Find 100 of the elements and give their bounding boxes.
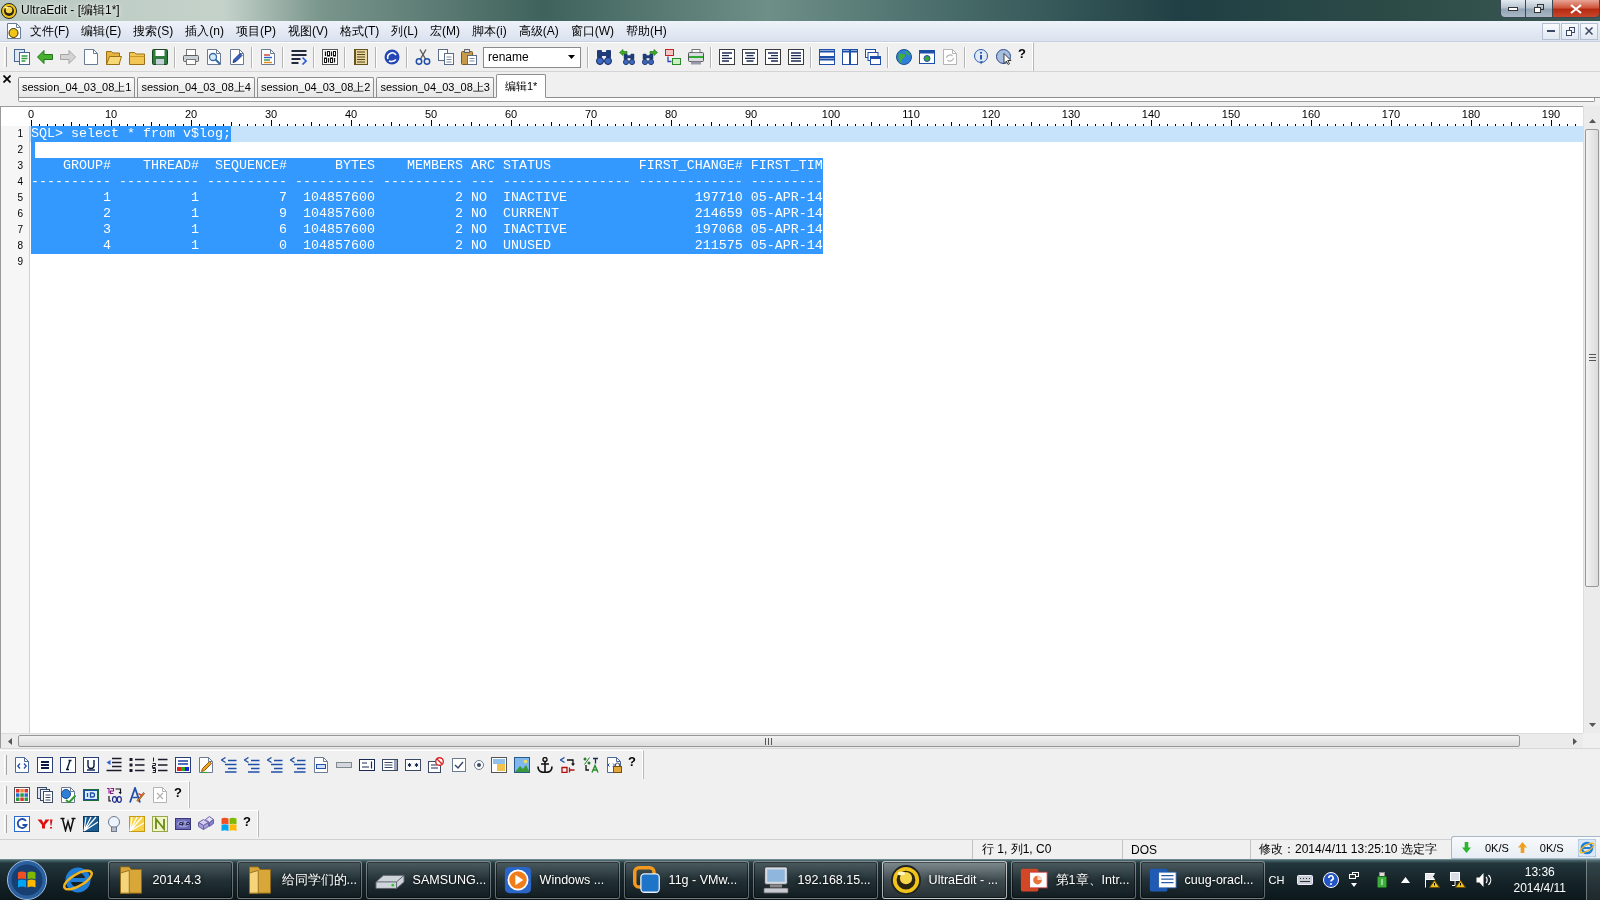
list-box-icon[interactable]	[381, 757, 398, 773]
outdent-lines-icon[interactable]	[105, 757, 122, 773]
no-entry-field-icon[interactable]	[427, 757, 444, 773]
restore-button[interactable]	[1526, 0, 1553, 18]
document-marker-icon[interactable]	[197, 757, 214, 773]
back-arrow-icon[interactable]	[36, 49, 53, 65]
scroll-up-arrow-icon[interactable]	[1588, 118, 1596, 123]
paste-icon[interactable]	[460, 49, 477, 65]
document-tab[interactable]: session_04_03_08上2	[256, 77, 375, 97]
form-document-icon[interactable]	[312, 757, 329, 773]
menu-item[interactable]: 视图(V)	[282, 20, 334, 42]
horizontal-scrollbar[interactable]	[1, 733, 1583, 748]
minimize-button[interactable]	[1542, 22, 1560, 40]
vertical-scrollbar[interactable]	[1583, 106, 1600, 733]
slanted-lines-tile-icon[interactable]	[59, 757, 76, 773]
language-indicator[interactable]: CH	[1268, 874, 1285, 886]
usb-stick-icon[interactable]	[1376, 872, 1387, 888]
scissors-icon[interactable]	[414, 49, 431, 65]
menu-item[interactable]: 脚本(i)	[466, 20, 513, 42]
help-button[interactable]: ?	[625, 754, 639, 770]
menu-item[interactable]: 插入(n)	[179, 20, 230, 42]
globe-check-icon[interactable]	[59, 787, 76, 803]
cascade-windows-icon[interactable]	[864, 49, 881, 65]
speaker-icon[interactable]	[1475, 872, 1492, 888]
browser-window-icon[interactable]	[918, 49, 935, 65]
locked-document-icon[interactable]	[605, 757, 622, 773]
numbered-list-icon[interactable]	[151, 757, 168, 773]
network-warning-icon[interactable]	[1449, 872, 1466, 888]
keyboard-icon[interactable]	[1296, 875, 1313, 885]
taskbar-button[interactable]: 192.168.15...	[752, 861, 878, 899]
chevron-lines-icon[interactable]	[289, 757, 306, 773]
color-grid-icon[interactable]	[13, 787, 30, 803]
new-document-icon[interactable]	[82, 49, 99, 65]
underlined-tile-icon[interactable]	[82, 757, 99, 773]
documents-icon[interactable]	[13, 49, 30, 65]
scrollbar-thumb[interactable]	[1585, 129, 1599, 587]
menu-item[interactable]: 项目(P)	[230, 20, 282, 42]
clock[interactable]: 13:36 2014/4/11	[1513, 865, 1566, 895]
sunrise-tile-icon[interactable]	[128, 816, 145, 832]
search-combo-box[interactable]: rename	[483, 46, 581, 68]
code-document-icon[interactable]	[13, 757, 30, 773]
taskbar-button[interactable]: 11g - VMw...	[623, 861, 749, 899]
taskbar-button[interactable]: 给同学们的...	[236, 861, 362, 899]
menu-item[interactable]: 搜索(S)	[127, 20, 180, 42]
bullet-list-icon[interactable]	[128, 757, 145, 773]
help-button[interactable]: ?	[1015, 46, 1029, 62]
menu-item[interactable]: 宏(M)	[424, 20, 466, 42]
info-icon[interactable]	[972, 49, 989, 65]
chevron-lines-icon[interactable]	[243, 757, 260, 773]
lightbulb-icon[interactable]	[105, 816, 122, 832]
percent-arrow-icon[interactable]	[582, 757, 599, 773]
align-left-icon[interactable]	[718, 49, 735, 65]
justify-icon[interactable]	[787, 49, 804, 65]
printer-icon[interactable]	[182, 49, 199, 65]
ledger-icon[interactable]	[352, 49, 369, 65]
flag-warning-icon[interactable]	[1423, 872, 1440, 888]
help-button[interactable]: ?	[240, 814, 254, 830]
ellipse-tile-icon[interactable]	[174, 816, 191, 832]
four-color-flag-icon[interactable]	[220, 816, 237, 832]
triangle-pen-icon[interactable]	[128, 787, 145, 803]
close-button[interactable]	[1553, 0, 1600, 18]
checkmark-box-icon[interactable]	[450, 757, 467, 773]
small-windows-icon[interactable]	[1348, 872, 1359, 888]
picture-frame-icon[interactable]	[490, 757, 507, 773]
open-folder-icon[interactable]	[105, 49, 122, 65]
menu-item[interactable]: 帮助(H)	[620, 20, 673, 42]
folder-icon[interactable]	[128, 49, 145, 65]
rays-tile-icon[interactable]	[82, 816, 99, 832]
taskbar-button[interactable]: SAMSUNG...	[365, 861, 491, 899]
color-bars-tile-icon[interactable]	[174, 757, 191, 773]
swap-boxes-icon[interactable]	[664, 49, 681, 65]
documents-icon[interactable]	[36, 787, 53, 803]
menu-item[interactable]: 格式(T)	[334, 20, 386, 42]
document-tab[interactable]: session_04_03_08上3	[376, 77, 494, 97]
document-pen-icon[interactable]	[228, 49, 245, 65]
anchor-icon[interactable]	[536, 757, 553, 773]
radio-dot-icon[interactable]	[473, 760, 484, 770]
menu-item[interactable]: 列(L)	[385, 20, 424, 42]
document-tab[interactable]: session_04_03_08上4	[137, 77, 255, 97]
align-center-icon[interactable]	[741, 49, 758, 65]
taskbar-button[interactable]: 第1章、Intr...	[1010, 861, 1136, 899]
help-button[interactable]: ?	[171, 785, 185, 801]
zigzag-icon[interactable]	[59, 816, 76, 832]
save-icon[interactable]	[151, 49, 168, 65]
taskbar-button[interactable]: cuug-oracl...	[1139, 861, 1265, 899]
chevron-lines-icon[interactable]	[266, 757, 283, 773]
document-tab[interactable]: session_04_03_08上1	[18, 77, 136, 97]
scrollbar-thumb[interactable]	[18, 735, 1520, 747]
scroll-down-arrow-icon[interactable]	[1588, 722, 1596, 727]
landscape-image-icon[interactable]	[513, 757, 530, 773]
scanner-icon[interactable]	[687, 49, 704, 65]
help-icon[interactable]	[1322, 872, 1339, 888]
document-lines-icon[interactable]	[259, 49, 276, 65]
binoculars-left-arrow-icon[interactable]	[618, 49, 635, 65]
wrap-lines-icon[interactable]	[290, 49, 307, 65]
side-by-side-windows-icon[interactable]	[841, 49, 858, 65]
close-icon[interactable]	[3, 75, 11, 83]
document-tab[interactable]: 编辑1*	[495, 74, 547, 98]
close-button[interactable]	[1580, 22, 1598, 40]
chevron-lines-icon[interactable]	[220, 757, 237, 773]
